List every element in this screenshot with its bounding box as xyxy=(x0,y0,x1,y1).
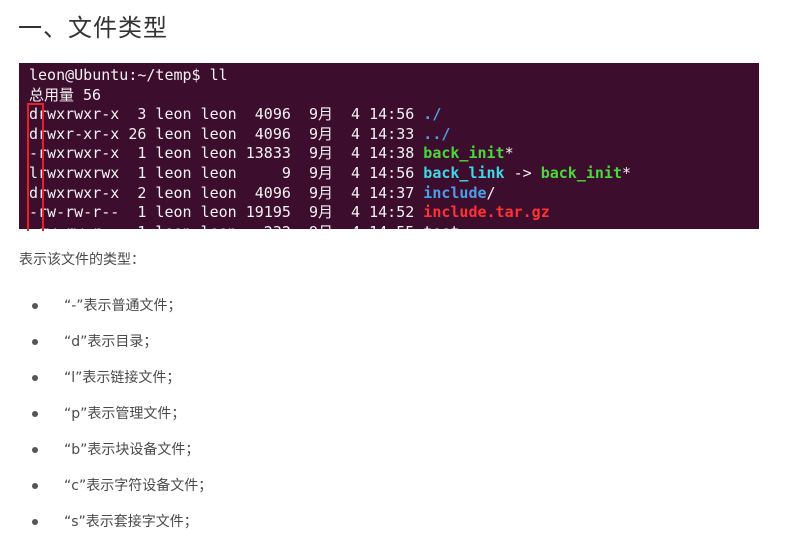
terminal-text: back_link xyxy=(423,163,505,182)
terminal-text: include xyxy=(423,183,487,202)
terminal-text: -rw-rw-r-- 1 leon leon 19195 9月 4 14:52 xyxy=(29,203,424,222)
terminal-text: drwxrwxr-x 3 leon leon 4096 9月 4 14:56 xyxy=(29,105,424,124)
terminal-line: drwxr-xr-x 26 leon leon 4096 9月 4 14:33 … xyxy=(29,125,759,145)
terminal-text: test xyxy=(423,223,459,229)
terminal-line: drwxrwxr-x 2 leon leon 4096 9月 4 14:37 i… xyxy=(29,184,759,204)
bullet-icon xyxy=(32,519,38,525)
list-item-text: “d”表示目录； xyxy=(64,334,158,350)
list-item-text: “s”表示套接字文件； xyxy=(64,514,198,530)
terminal-line: drwxrwxr-x 3 leon leon 4096 9月 4 14:56 .… xyxy=(29,105,759,125)
terminal-line: 总用量 56 xyxy=(29,86,759,106)
list-item-text: “-”表示普通文件； xyxy=(64,298,182,314)
terminal-text: back_init xyxy=(423,144,505,163)
list-item: “p”表示管理文件； xyxy=(30,396,212,432)
bullet-icon xyxy=(32,339,38,345)
terminal-text: back_init xyxy=(540,163,622,182)
list-item: “l”表示链接文件； xyxy=(30,360,212,396)
terminal-text: include.tar.gz xyxy=(423,203,550,222)
bullet-icon xyxy=(32,483,38,489)
terminal-line: -rwxrwxr-x 1 leon leon 13833 9月 4 14:38 … xyxy=(29,144,759,164)
terminal-text: -rw-rw-r-- 1 leon leon 232 9月 4 14:55 xyxy=(29,223,423,229)
terminal-line: -rw-rw-r-- 1 leon leon 19195 9月 4 14:52 … xyxy=(29,203,759,223)
terminal-text: * xyxy=(504,144,514,163)
terminal-text: leon@Ubuntu:~/temp$ ll xyxy=(29,66,228,84)
terminal-text: -rwxrwxr-x 1 leon leon 13833 9月 4 14:38 xyxy=(29,144,424,163)
terminal-text: drwxr-xr-x 26 leon leon 4096 9月 4 14:33 xyxy=(29,124,424,143)
highlight-box xyxy=(27,103,44,231)
terminal-line: -rw-rw-r-- 1 leon leon 232 9月 4 14:55 te… xyxy=(29,223,759,229)
list-item-text: “p”表示管理文件； xyxy=(64,406,186,422)
list-item: “b”表示块设备文件； xyxy=(30,432,212,468)
section-heading: 一、文件类型 xyxy=(18,14,168,42)
list-item: “c”表示字符设备文件； xyxy=(30,468,212,504)
intro-text: 表示该文件的类型： xyxy=(19,252,145,268)
list-item: “s”表示套接字文件； xyxy=(30,504,212,540)
terminal-screenshot: leon@Ubuntu:~/temp$ ll 总用量 56 drwxrwxr-x 3… xyxy=(19,63,759,229)
terminal-text: ./ xyxy=(423,105,442,124)
bullet-icon xyxy=(32,447,38,453)
terminal-text: drwxrwxr-x 2 leon leon 4096 9月 4 14:37 xyxy=(29,183,424,202)
list-item: “-”表示普通文件； xyxy=(30,288,212,324)
terminal-line: leon@Ubuntu:~/temp$ ll xyxy=(29,66,759,86)
list-item: “d”表示目录； xyxy=(30,324,212,360)
bullet-icon xyxy=(32,411,38,417)
list-item-text: “b”表示块设备文件； xyxy=(64,442,200,458)
bullet-icon xyxy=(32,303,38,309)
terminal-text: * xyxy=(621,163,632,182)
terminal-line: lrwxrwxrwx 1 leon leon 9 9月 4 14:56 back… xyxy=(29,164,759,184)
bullet-icon xyxy=(32,375,38,381)
terminal-text: 总用量 56 xyxy=(29,85,102,104)
terminal-text: -> xyxy=(504,163,541,182)
terminal-text: lrwxrwxrwx 1 leon leon 9 9月 4 14:56 xyxy=(29,163,424,182)
list-item-text: “c”表示字符设备文件； xyxy=(64,478,213,494)
terminal-text: / xyxy=(486,183,496,202)
terminal-text: ../ xyxy=(423,124,451,143)
file-type-list: “-”表示普通文件； “d”表示目录； “l”表示链接文件； “p”表示管理文件； “b… xyxy=(30,288,212,540)
list-item-text: “l”表示链接文件； xyxy=(64,370,181,386)
